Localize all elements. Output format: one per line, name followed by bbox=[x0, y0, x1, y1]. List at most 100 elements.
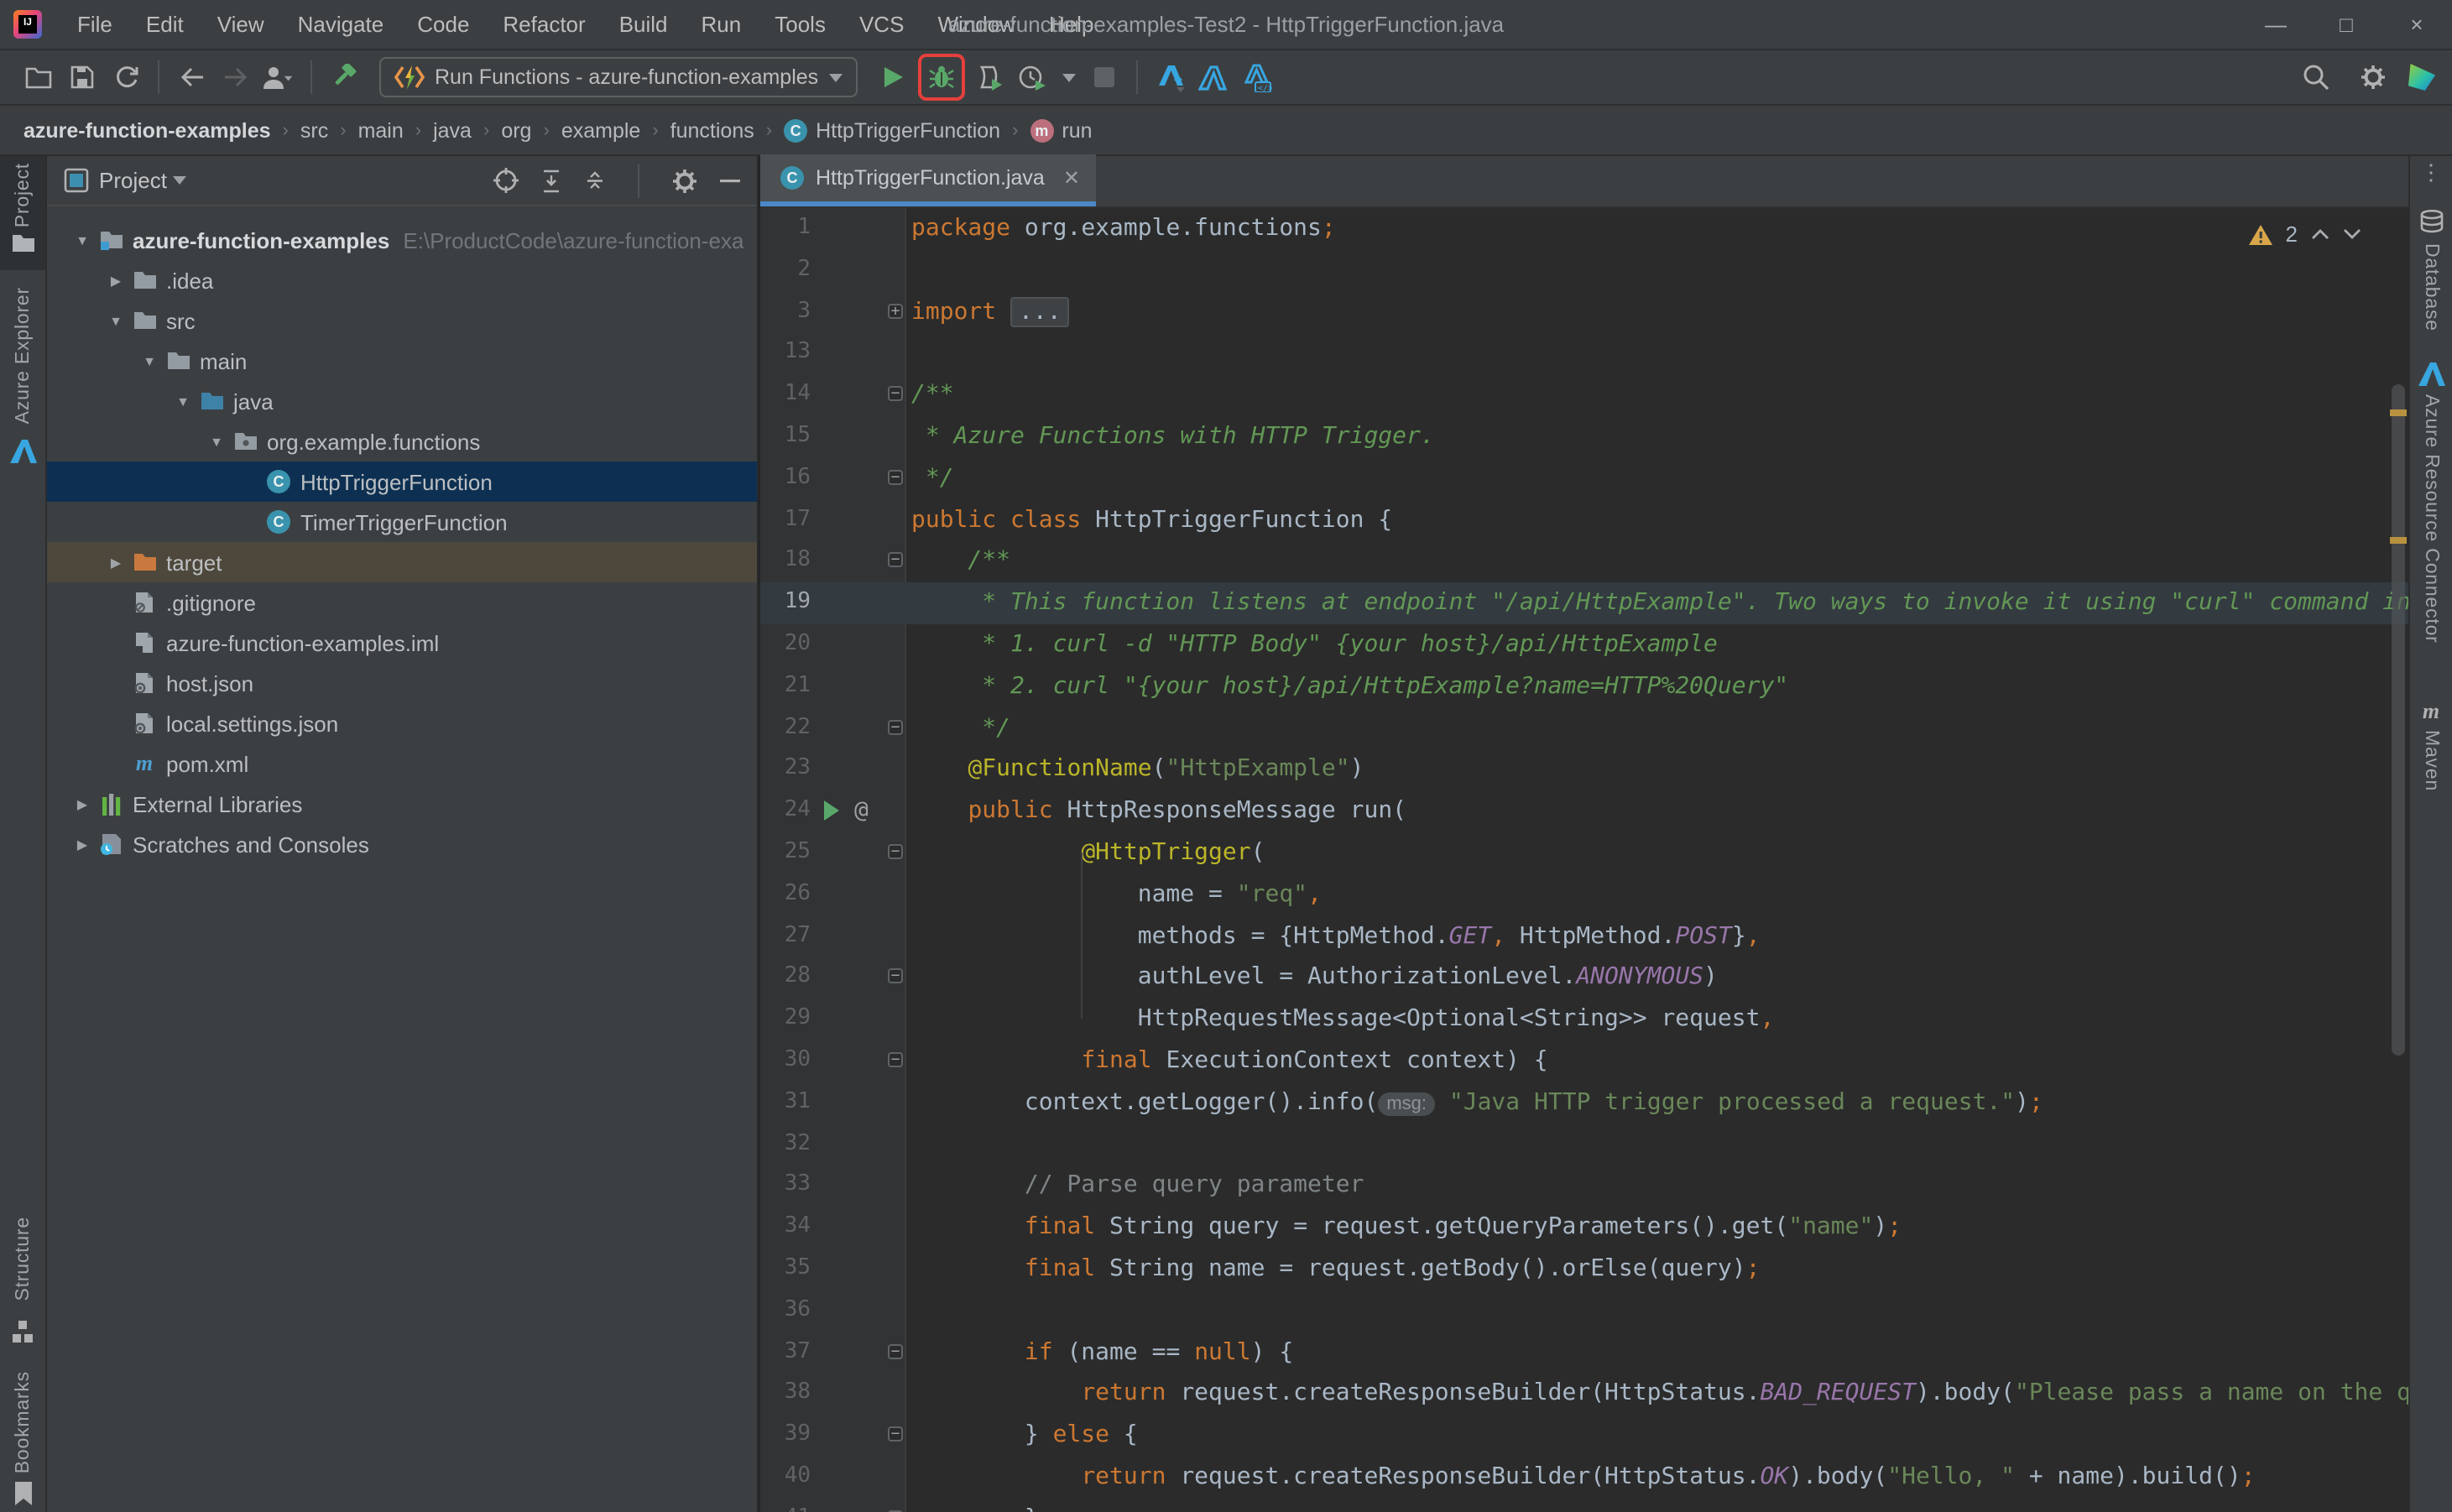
chevron-expanded-icon[interactable]: ▼ bbox=[69, 232, 96, 248]
fold-marker-icon[interactable]: − bbox=[888, 844, 903, 859]
breadcrumb-item-java[interactable]: java bbox=[433, 118, 472, 142]
line-number[interactable]: 19 bbox=[760, 582, 811, 624]
line-number[interactable]: 27 bbox=[760, 915, 811, 957]
user-profile-icon[interactable] bbox=[257, 57, 300, 97]
line-number[interactable]: 23 bbox=[760, 749, 811, 791]
code-line-31[interactable]: 31 context.getLogger().info(msg: "Java H… bbox=[760, 1082, 2408, 1124]
tree-item-azure-function-examples-iml[interactable]: azure-function-examples.iml bbox=[47, 623, 757, 663]
menu-item-navigate[interactable]: Navigate bbox=[283, 7, 399, 42]
code-line-37[interactable]: 37− if (name == null) { bbox=[760, 1332, 2408, 1374]
menu-item-run[interactable]: Run bbox=[686, 7, 757, 42]
code-line-29[interactable]: 29 HttpRequestMessage<Optional<String>> … bbox=[760, 998, 2408, 1040]
breadcrumb-item-src[interactable]: src bbox=[300, 118, 328, 142]
maximize-button[interactable]: □ bbox=[2311, 12, 2382, 37]
line-number[interactable]: 1 bbox=[760, 208, 811, 250]
sidebar-item-project[interactable]: Project bbox=[13, 163, 33, 227]
code-line-27[interactable]: 27 methods = {HttpMethod.GET, HttpMethod… bbox=[760, 915, 2408, 957]
code-line-30[interactable]: 30− final ExecutionContext context) { bbox=[760, 1040, 2408, 1082]
code-line-17[interactable]: 17public class HttpTriggerFunction { bbox=[760, 499, 2408, 541]
menu-item-build[interactable]: Build bbox=[604, 7, 683, 42]
settings-gear-icon[interactable] bbox=[2351, 57, 2395, 97]
chevron-expanded-icon[interactable]: ▼ bbox=[170, 394, 196, 409]
tree-item--gitignore[interactable]: .gitignore bbox=[47, 582, 757, 623]
chevron-collapsed-icon[interactable]: ▶ bbox=[102, 273, 129, 288]
tree-item-external-libraries[interactable]: ▶External Libraries bbox=[47, 784, 757, 824]
ide-colored-logo-icon[interactable] bbox=[2408, 64, 2435, 91]
fold-marker-icon[interactable]: − bbox=[888, 470, 903, 485]
editor-scrollbar[interactable] bbox=[2390, 208, 2407, 1512]
line-number[interactable]: 13 bbox=[760, 333, 811, 375]
code-line-24[interactable]: 24@ public HttpResponseMessage run( bbox=[760, 790, 2408, 832]
chevron-collapsed-icon[interactable]: ▶ bbox=[69, 837, 96, 852]
chevron-collapsed-icon[interactable]: ▶ bbox=[69, 796, 96, 811]
line-number[interactable]: 20 bbox=[760, 624, 811, 666]
line-number[interactable]: 24 bbox=[760, 790, 811, 832]
code-line-40[interactable]: 40 return request.createResponseBuilder(… bbox=[760, 1457, 2408, 1499]
tree-item-local-settings-json[interactable]: local.settings.json bbox=[47, 703, 757, 743]
line-number[interactable]: 32 bbox=[760, 1124, 811, 1165]
code-line-21[interactable]: 21 * 2. curl "{your host}/api/HttpExampl… bbox=[760, 666, 2408, 708]
line-number[interactable]: 40 bbox=[760, 1457, 811, 1499]
line-number[interactable]: 30 bbox=[760, 1040, 811, 1082]
close-icon[interactable]: ✕ bbox=[1063, 166, 1080, 190]
menu-item-tools[interactable]: Tools bbox=[759, 7, 841, 42]
fold-marker-icon[interactable]: − bbox=[888, 553, 903, 568]
tree-item-azure-function-examples[interactable]: ▼azure-function-examplesE:\ProductCode\a… bbox=[47, 220, 757, 260]
code-line-14[interactable]: 14−/** bbox=[760, 374, 2408, 416]
line-number[interactable]: 14 bbox=[760, 374, 811, 416]
project-folder-icon[interactable] bbox=[10, 233, 35, 253]
line-number[interactable]: 16 bbox=[760, 458, 811, 500]
line-number[interactable]: 39 bbox=[760, 1415, 811, 1457]
chevron-expanded-icon[interactable]: ▼ bbox=[203, 434, 230, 449]
more-options-icon[interactable]: ⋮ bbox=[2420, 159, 2442, 186]
debug-button[interactable] bbox=[921, 57, 961, 97]
code-line-39[interactable]: 39− } else { bbox=[760, 1415, 2408, 1457]
sidebar-item-azure-resource-connector[interactable]: Azure Resource Connector bbox=[2421, 394, 2441, 644]
menu-item-vcs[interactable]: VCS bbox=[844, 7, 919, 42]
fold-marker-icon[interactable]: − bbox=[888, 1343, 903, 1358]
line-number[interactable]: 33 bbox=[760, 1165, 811, 1207]
menu-item-refactor[interactable]: Refactor bbox=[488, 7, 600, 42]
code-line-2[interactable]: 2 bbox=[760, 250, 2408, 292]
breadcrumb-item-azure-function-examples[interactable]: azure-function-examples bbox=[23, 118, 271, 142]
code-line-36[interactable]: 36 bbox=[760, 1290, 2408, 1332]
breadcrumb-item-org[interactable]: org bbox=[501, 118, 531, 142]
code-line-41[interactable]: 41− } bbox=[760, 1498, 2408, 1512]
chevron-down-icon[interactable] bbox=[1062, 73, 1075, 81]
chevron-collapsed-icon[interactable]: ▶ bbox=[102, 555, 129, 570]
chevron-expanded-icon[interactable]: ▼ bbox=[102, 313, 129, 328]
fold-marker-icon[interactable]: − bbox=[888, 719, 903, 734]
line-number[interactable]: 35 bbox=[760, 1249, 811, 1290]
line-number[interactable]: 26 bbox=[760, 874, 811, 916]
code-line-15[interactable]: 15 * Azure Functions with HTTP Trigger. bbox=[760, 416, 2408, 458]
structure-icon[interactable] bbox=[12, 1321, 34, 1343]
code-line-23[interactable]: 23 @FunctionName("HttpExample") bbox=[760, 749, 2408, 791]
code-line-1[interactable]: 1package org.example.functions; bbox=[760, 208, 2408, 250]
maven-icon[interactable]: m bbox=[2423, 696, 2439, 727]
line-number[interactable]: 25 bbox=[760, 832, 811, 874]
azure-deploy-icon[interactable] bbox=[1147, 57, 1191, 97]
tree-item-httptriggerfunction[interactable]: CHttpTriggerFunction bbox=[47, 461, 757, 502]
build-hammer-icon[interactable] bbox=[322, 57, 366, 97]
warning-stripe-mark[interactable] bbox=[2390, 409, 2407, 416]
code-line-3[interactable]: 3+import ... bbox=[760, 291, 2408, 333]
tree-item-pom-xml[interactable]: mpom.xml bbox=[47, 743, 757, 784]
panel-settings-gear-icon[interactable] bbox=[671, 167, 698, 194]
project-panel-title[interactable]: Project bbox=[99, 168, 167, 193]
menu-item-edit[interactable]: Edit bbox=[131, 7, 199, 42]
run-method-gutter-icon[interactable] bbox=[824, 800, 839, 821]
menu-item-file[interactable]: File bbox=[62, 7, 128, 42]
line-number[interactable]: 34 bbox=[760, 1207, 811, 1249]
tree-item-src[interactable]: ▼src bbox=[47, 300, 757, 341]
line-number[interactable]: 28 bbox=[760, 957, 811, 999]
fold-marker-icon[interactable]: + bbox=[888, 303, 903, 318]
code-line-22[interactable]: 22− */ bbox=[760, 707, 2408, 749]
sidebar-item-azure-explorer[interactable]: Azure Explorer bbox=[13, 287, 33, 424]
sidebar-item-bookmarks[interactable]: Bookmarks bbox=[13, 1371, 33, 1473]
breadcrumb-item-functions[interactable]: functions bbox=[670, 118, 754, 142]
code-line-26[interactable]: 26 name = "req", bbox=[760, 874, 2408, 916]
code-line-33[interactable]: 33 // Parse query parameter bbox=[760, 1165, 2408, 1207]
close-button[interactable]: × bbox=[2382, 12, 2452, 37]
run-with-coverage-icon[interactable] bbox=[968, 57, 1011, 97]
folded-region[interactable]: ... bbox=[1010, 296, 1070, 326]
